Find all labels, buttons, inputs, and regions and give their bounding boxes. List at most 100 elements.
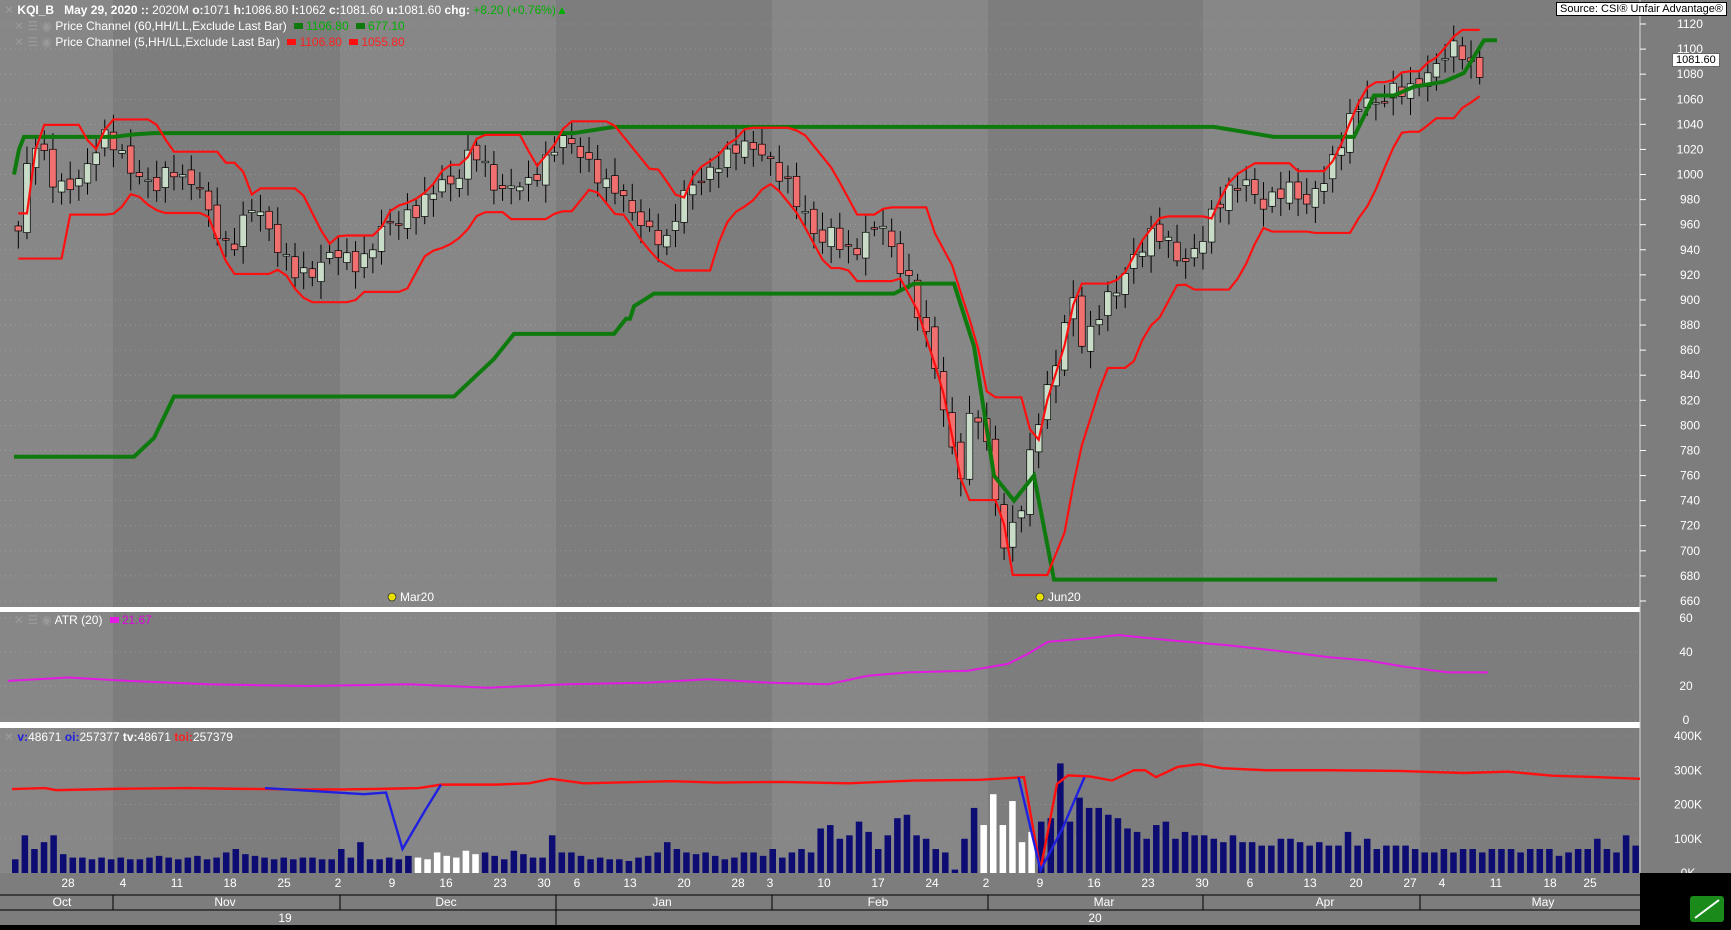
pc5-swatch-icon [349,39,359,46]
change-value: +8.20 (+0.76%) [473,3,556,17]
candle-body [775,162,783,182]
month-band [1203,0,1420,607]
candle-body [334,250,342,258]
volume-bar [606,859,613,873]
volume-bar [1469,849,1476,873]
low-label: l: [291,3,299,17]
candle-body [40,143,48,151]
candle-body [187,169,195,185]
candle-body [732,144,740,154]
month-band [340,612,556,722]
volume-bar [625,861,633,873]
menu-icon[interactable]: ☰ [27,19,38,33]
volume-bar [1258,845,1265,873]
candle-body [965,412,974,480]
pc5-swatch-icon [287,39,297,46]
candle-body [170,171,178,178]
volume-bar [1373,849,1381,873]
close-icon[interactable]: ✕ [14,35,24,49]
change-label: chg: [444,3,470,17]
eye-icon[interactable]: ◉ [42,19,52,33]
chart-canvas[interactable]: 1120110010801060104010201000980960940920… [0,0,1731,925]
volume-bar [491,855,498,873]
volume-bar [702,852,709,873]
candle-body [360,253,368,268]
volume-bar [798,849,805,873]
legend-pc5[interactable]: ✕ ☰ ◉ Price Channel (5,HH/LL,Exclude Las… [14,35,405,49]
volume-bar [12,859,19,873]
x-month-label: Mar [1094,895,1115,909]
v-value: 48671 [28,730,62,744]
x-month-label: Apr [1316,895,1335,909]
y-tick-label: 900 [1680,293,1700,307]
open-label: o: [192,3,204,17]
volume-bar [1133,831,1141,873]
atr-swatch-icon [109,617,119,624]
atr-tick-label: 0 [1683,713,1690,727]
pc5-low: 1055.80 [361,35,405,49]
legend-volume[interactable]: ✕ v:48671 oi:257377 tv:48671 toi:257379 [4,730,233,744]
y-tick-label: 820 [1680,393,1700,407]
volume-bar [1574,849,1582,873]
x-day-label: 24 [925,876,939,890]
candle-body [75,178,83,187]
candle-body [1303,193,1311,205]
volume-bar [1143,838,1150,873]
candle-body [412,205,420,219]
eye-icon[interactable]: ◉ [42,35,52,49]
candle-body [1259,198,1268,210]
y-tick-label: 940 [1680,243,1700,257]
legend-atr[interactable]: ✕ ☰ ◉ ATR (20) 21.67 [14,613,152,627]
contract-label: 2020M [152,3,189,17]
volume-bar [433,852,441,873]
volume-bar [1325,845,1333,873]
volume-bar [405,855,412,873]
menu-icon[interactable]: ☰ [27,613,38,627]
close-icon[interactable]: ✕ [4,730,14,744]
legend-pc60[interactable]: ✕ ☰ ◉ Price Channel (60,HH/LL,Exclude La… [14,19,405,33]
candle-body [239,214,247,247]
candle-body [1450,40,1458,58]
month-band [772,0,988,607]
volume-bar [347,857,355,873]
candle-body [792,176,801,208]
candle-body [14,225,22,232]
volume-bar [1594,838,1601,873]
volume-bar [40,842,48,873]
legend-atr-label: ATR (20) [54,613,103,627]
volume-bar [1517,852,1524,873]
candle-body [611,175,619,194]
candle-body [421,193,429,217]
oi-label: oi: [64,730,80,744]
menu-icon[interactable]: ☰ [27,35,38,49]
x-day-label: 23 [1141,876,1155,890]
x-month-label: Dec [435,895,456,909]
volume-bar [175,859,182,873]
close-icon[interactable]: ✕ [14,613,24,627]
x-month-label: Oct [53,895,72,909]
close-icon[interactable]: ✕ [14,19,24,33]
high-label: h: [233,3,245,17]
candle-body [888,230,896,247]
eye-icon[interactable]: ◉ [42,613,52,627]
open-value: 1071 [203,3,231,17]
volume-bar [587,859,594,873]
candle-body [784,176,792,179]
volume-bar [1076,797,1083,873]
candle-body [265,210,273,230]
candle-body [222,238,230,241]
candle-body [1476,57,1484,78]
volume-bar [222,852,230,873]
candle-body [429,193,438,200]
volume-bar [932,849,939,873]
close-icon[interactable]: ✕ [4,3,14,17]
candle-body [308,268,316,278]
volume-bar [1546,849,1553,873]
candle-body [196,187,204,190]
month-band [0,0,113,607]
candle-body [533,174,541,181]
candle-body [697,180,706,184]
atr-tick-label: 20 [1679,679,1693,693]
x-day-label: 20 [677,876,691,890]
trading-chart[interactable]: 1120 1100 1080 1060 1040 1020 1000 980 960 940 920… [0,0,1731,925]
